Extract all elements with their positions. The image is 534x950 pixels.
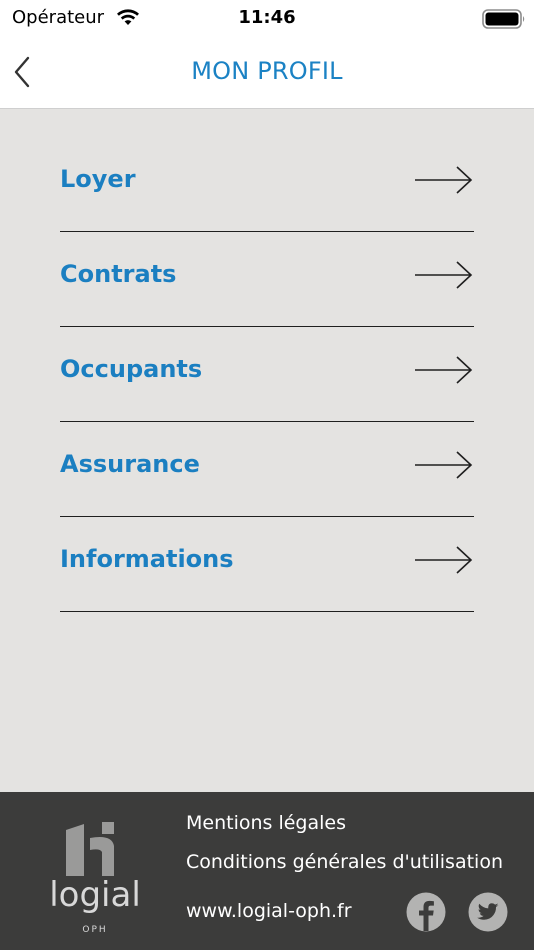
arrow-right-icon xyxy=(415,546,473,574)
menu-item-label: Assurance xyxy=(60,450,200,478)
menu-item-loyer[interactable]: Loyer xyxy=(60,137,474,232)
menu-item-label: Informations xyxy=(60,545,234,573)
arrow-right-icon xyxy=(415,166,473,194)
arrow-right-icon xyxy=(415,451,473,479)
logo-subtext: OPH xyxy=(82,925,107,935)
menu-item-label: Occupants xyxy=(60,355,203,383)
battery-icon xyxy=(482,9,525,29)
status-bar: Opérateur 11:46 xyxy=(0,0,534,36)
clock: 11:46 xyxy=(238,7,296,28)
menu-item-contrats[interactable]: Contrats xyxy=(60,232,474,327)
arrow-right-icon xyxy=(415,356,473,384)
logo-text: logial xyxy=(49,875,141,915)
navigation-bar: MON PROFIL xyxy=(0,36,534,109)
legal-notice-link[interactable]: Mentions légales xyxy=(186,812,346,834)
menu-item-label: Loyer xyxy=(60,165,136,193)
profile-menu-list: Loyer Contrats Occupants Assurance Infor… xyxy=(60,137,474,612)
website-link[interactable]: www.logial-oph.fr xyxy=(186,900,352,922)
facebook-button[interactable] xyxy=(406,892,446,932)
menu-item-occupants[interactable]: Occupants xyxy=(60,327,474,422)
menu-item-assurance[interactable]: Assurance xyxy=(60,422,474,517)
footer: logial OPH Mentions légales Conditions g… xyxy=(0,792,534,950)
facebook-icon xyxy=(406,892,446,932)
profile-menu-area: Loyer Contrats Occupants Assurance Infor… xyxy=(0,109,534,792)
arrow-right-icon xyxy=(415,261,473,289)
page-title: MON PROFIL xyxy=(191,57,343,85)
menu-item-label: Contrats xyxy=(60,260,177,288)
terms-of-use-link[interactable]: Conditions générales d'utilisation xyxy=(186,851,503,873)
twitter-icon xyxy=(468,892,508,932)
twitter-button[interactable] xyxy=(468,892,508,932)
menu-item-informations[interactable]: Informations xyxy=(60,517,474,612)
logial-logo: logial OPH xyxy=(49,822,141,935)
